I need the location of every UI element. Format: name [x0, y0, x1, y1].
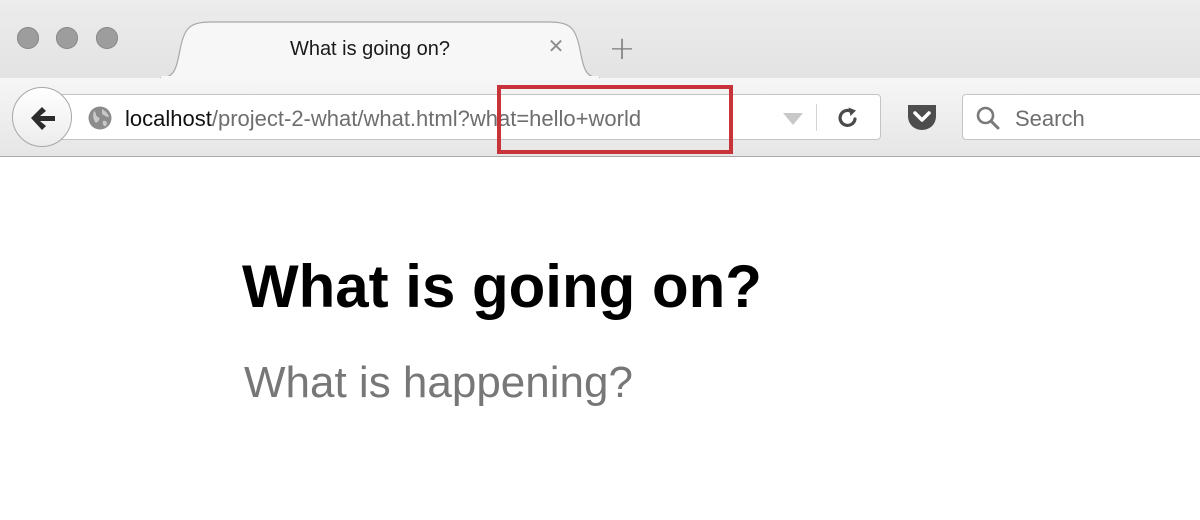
reload-icon[interactable]	[835, 105, 861, 131]
zoom-window-button[interactable]	[96, 27, 118, 49]
search-input[interactable]: Search	[1015, 106, 1085, 132]
page-heading: What is going on?	[242, 253, 762, 320]
url-query-highlight	[497, 85, 733, 154]
url-path: /project-2-what/what.html	[211, 106, 458, 131]
page-subheading: What is happening?	[244, 358, 633, 407]
tab-active[interactable]: What is going on? ✕	[160, 20, 600, 78]
tab-close-icon[interactable]: ✕	[546, 37, 566, 57]
back-arrow-icon	[31, 107, 55, 130]
tab-strip: What is going on? ✕ +	[0, 0, 1200, 78]
url-host: localhost	[125, 106, 212, 131]
globe-icon	[88, 106, 112, 130]
url-bar[interactable]: localhost/project-2-what/what.html?what=…	[56, 94, 881, 140]
back-button[interactable]	[12, 87, 72, 147]
tab-title: What is going on?	[289, 38, 451, 60]
url-history-dropdown-icon[interactable]	[783, 113, 803, 125]
new-tab-button[interactable]: +	[607, 32, 637, 64]
close-window-button[interactable]	[17, 27, 39, 49]
minimize-window-button[interactable]	[56, 27, 78, 49]
pocket-icon[interactable]	[905, 102, 939, 132]
search-icon	[976, 106, 1000, 130]
search-bar[interactable]: Search	[962, 94, 1200, 140]
url-bar-divider	[816, 104, 817, 131]
